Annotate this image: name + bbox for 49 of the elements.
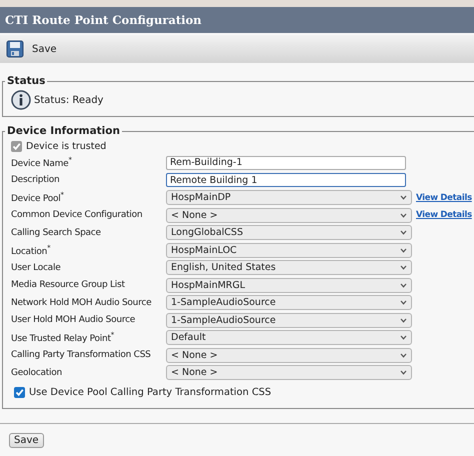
checkbox-label: Use Device Pool Calling Party Transformation CSS xyxy=(29,386,272,398)
dropdown[interactable]: HospMainMRGL xyxy=(166,278,412,293)
field-label: User Locale xyxy=(11,262,62,273)
field-label: Device Name$^{*}$ xyxy=(11,156,73,170)
field-label: Location$^{*}$ xyxy=(11,244,52,257)
field-label: Common Device Configuration xyxy=(11,210,144,220)
checkbox-label: Device is trusted xyxy=(26,141,106,152)
checkbox[interactable] xyxy=(14,386,25,398)
field-label: User Hold MOH Audio Source xyxy=(11,315,136,326)
view-details-link[interactable]: View Details xyxy=(416,192,472,203)
field-label: Description xyxy=(11,175,61,186)
field-label: Use Trusted Relay Point$^{*}$ xyxy=(11,331,116,344)
dropdown[interactable]: 1-SampleAudioSource xyxy=(166,295,412,310)
field-label: Device Pool$^{*}$ xyxy=(11,191,65,204)
info-icon xyxy=(11,90,31,110)
chevron-icon xyxy=(400,370,407,376)
chevron-icon xyxy=(400,335,407,340)
save-button[interactable]: Save xyxy=(6,40,57,58)
field-label: Media Resource Group List xyxy=(11,280,126,290)
dropdown[interactable]: < None > xyxy=(166,208,412,223)
chevron-icon xyxy=(400,282,407,288)
field-label: Network Hold MOH Audio Source xyxy=(11,298,152,308)
chevron-icon xyxy=(400,230,407,236)
text-field[interactable]: Remote Building 1 xyxy=(166,173,406,188)
section-legend: Status xyxy=(5,75,48,87)
dropdown[interactable]: 1-SampleAudioSource xyxy=(166,312,412,328)
chevron-icon xyxy=(400,248,407,253)
text-field[interactable]: Rem-Building-1 xyxy=(166,156,406,170)
chevron-icon xyxy=(400,300,407,306)
field-label: Geolocation xyxy=(11,368,63,378)
dropdown[interactable]: HospMainDP xyxy=(166,190,412,206)
save-button[interactable]: Save xyxy=(9,432,44,448)
chevron-icon xyxy=(400,265,407,270)
field-label: Calling Party Transformation CSS xyxy=(11,350,152,360)
window-title: CTI Route Point Configuration xyxy=(0,7,474,33)
status-message: Status: Ready xyxy=(34,94,104,106)
chevron-icon xyxy=(400,195,407,200)
dropdown[interactable]: < None > xyxy=(166,365,412,380)
section-legend: Device Information xyxy=(5,125,122,137)
dropdown[interactable]: Default xyxy=(166,330,412,346)
chevron-icon xyxy=(400,352,407,358)
dropdown[interactable]: LongGlobalCSS xyxy=(166,225,412,240)
dropdown[interactable]: HospMainLOC xyxy=(166,242,412,258)
dropdown[interactable]: < None > xyxy=(166,348,412,363)
dropdown[interactable]: English, United States xyxy=(166,260,412,276)
view-details-link[interactable]: View Details xyxy=(416,210,472,220)
field-label: Calling Search Space xyxy=(11,228,102,238)
chevron-icon xyxy=(400,212,407,218)
chevron-icon xyxy=(400,318,407,323)
